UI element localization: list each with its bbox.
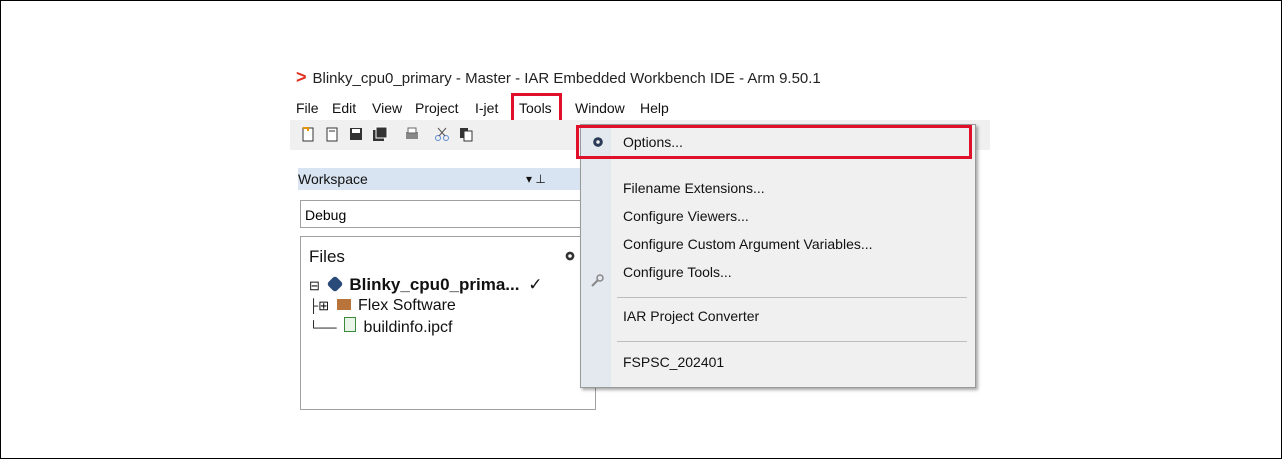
menu-bar: File Edit View Project I-jet Tools Windo… [290,94,990,120]
file-icon [344,317,357,332]
ide-window: > Blinky_cpu0_primary - Master - IAR Embe… [290,64,990,410]
build-config-value: Debug [305,207,347,223]
tree-item-flex-software[interactable]: ├⊞ Flex Software [309,297,456,315]
menu-item-configure-custom-argument-variables[interactable]: Configure Custom Argument Variables... [623,233,873,255]
menu-view[interactable]: View [372,98,402,118]
tree-connector: └── [309,320,337,335]
expand-icon[interactable]: ├⊞ [309,298,329,313]
menu-window[interactable]: Window [575,98,625,118]
project-name: Blinky_cpu0_prima... [349,275,520,294]
folder-name: Flex Software [358,297,456,314]
workspace-header: Workspace ▾ ⊥ [298,168,598,190]
menu-item-filename-extensions[interactable]: Filename Extensions... [623,177,765,199]
iar-logo-icon: > [296,67,307,87]
cut-icon[interactable] [434,126,450,142]
tree-item-buildinfo[interactable]: └── buildinfo.ipcf [309,317,453,337]
folder-icon [336,299,351,310]
menu-item-configure-tools[interactable]: Configure Tools... [623,261,732,283]
title-bar: > Blinky_cpu0_primary - Master - IAR Embe… [290,64,930,90]
gear-icon[interactable] [563,249,577,263]
menu-project[interactable]: Project [415,98,459,118]
menu-file[interactable]: File [296,98,319,118]
menu-icon-gutter [581,125,611,387]
build-config-select[interactable]: Debug ⌄ [300,200,596,228]
files-column-header: Files [309,247,345,266]
copy-icon[interactable] [458,126,474,142]
workspace-panel: Workspace ▾ ⊥ Debug ⌄ Files ⊟ Blinky_cpu… [298,168,598,410]
menu-separator [617,297,967,298]
save-icon[interactable] [348,126,364,142]
options-highlight-box [576,125,972,159]
menu-help[interactable]: Help [640,98,669,118]
menu-item-iar-project-converter[interactable]: IAR Project Converter [623,305,759,327]
menu-ijet[interactable]: I-jet [475,98,498,118]
project-icon [326,275,344,293]
save-all-icon[interactable] [372,126,388,142]
file-name: buildinfo.ipcf [363,319,453,336]
collapse-icon[interactable]: ⊟ [309,278,320,293]
window-title: Blinky_cpu0_primary - Master - IAR Embed… [312,70,821,87]
pin-icon[interactable]: ▾ ⊥ [526,168,546,190]
check-icon: ✓ [528,275,543,294]
workspace-title: Workspace [298,171,368,187]
tools-dropdown-menu: Options... Filename Extensions... Config… [580,124,976,388]
tree-item-project[interactable]: ⊟ Blinky_cpu0_prima... ✓ [309,275,542,295]
menu-item-configure-viewers[interactable]: Configure Viewers... [623,205,749,227]
tools-icon [591,274,604,287]
new-file-icon[interactable] [300,126,316,142]
file-tree: Files ⊟ Blinky_cpu0_prima... ✓ ├⊞ Flex S… [300,236,596,410]
menu-edit[interactable]: Edit [332,98,356,118]
menu-separator [617,341,967,342]
print-icon[interactable] [404,126,420,142]
open-icon[interactable] [324,126,340,142]
menu-item-fspsc[interactable]: FSPSC_202401 [623,351,724,373]
